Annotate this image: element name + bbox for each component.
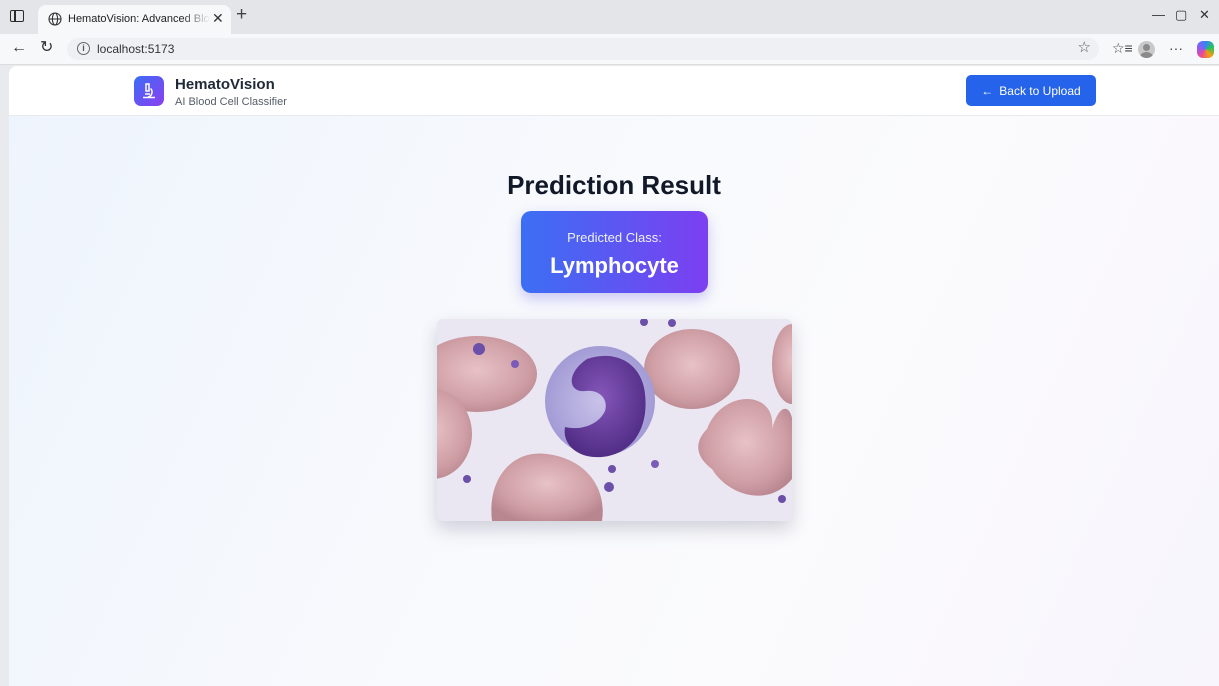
browser-tab-strip: HematoVision: Advanced Blood C ✕ + — ▢ ✕	[0, 0, 1219, 34]
prediction-card: Predicted Class: Lymphocyte	[521, 211, 708, 293]
app-header: HematoVision AI Blood Cell Classifier ← …	[9, 66, 1219, 116]
star-icon[interactable]: ☆	[1078, 40, 1091, 55]
brand-name: HematoVision	[175, 76, 275, 93]
logo	[134, 76, 164, 106]
favorites-icon[interactable]: ☆≡	[1112, 41, 1133, 55]
page-title: Prediction Result	[507, 170, 721, 200]
restore-icon[interactable]: ▢	[1175, 8, 1187, 21]
predicted-class-label: Predicted Class:	[567, 230, 662, 245]
copilot-icon[interactable]	[1197, 41, 1214, 58]
blood-cell-image	[437, 319, 792, 521]
globe-icon	[48, 12, 62, 26]
plus-icon[interactable]: +	[236, 5, 247, 24]
back-icon[interactable]: ←	[11, 40, 27, 56]
sidebar-toggle-icon[interactable]	[10, 10, 24, 22]
brand-subtitle: AI Blood Cell Classifier	[175, 96, 287, 108]
url-text: localhost:5173	[97, 42, 175, 56]
address-bar: ← ↻ i localhost:5173 ☆ ☆≡ ···	[0, 34, 1219, 65]
arrow-left-icon: ←	[981, 83, 994, 98]
close-icon[interactable]: ✕	[212, 11, 224, 25]
page-viewport: HematoVision AI Blood Cell Classifier ← …	[9, 66, 1219, 686]
back-to-upload-button[interactable]: ← Back to Upload	[966, 75, 1096, 106]
predicted-class-value: Lymphocyte	[550, 253, 679, 278]
tab-title: HematoVision: Advanced Blood C	[68, 13, 210, 25]
profile-icon[interactable]	[1138, 41, 1155, 58]
back-button-label: Back to Upload	[999, 83, 1081, 98]
browser-tab[interactable]: HematoVision: Advanced Blood C ✕	[38, 5, 231, 34]
url-input[interactable]: i localhost:5173 ☆	[67, 38, 1099, 60]
more-icon[interactable]: ···	[1169, 41, 1183, 55]
minimize-icon[interactable]: —	[1152, 8, 1165, 21]
microscope-icon	[143, 83, 155, 99]
window-close-icon[interactable]: ✕	[1199, 8, 1210, 21]
info-icon[interactable]: i	[77, 42, 90, 55]
reload-icon[interactable]: ↻	[40, 40, 53, 56]
